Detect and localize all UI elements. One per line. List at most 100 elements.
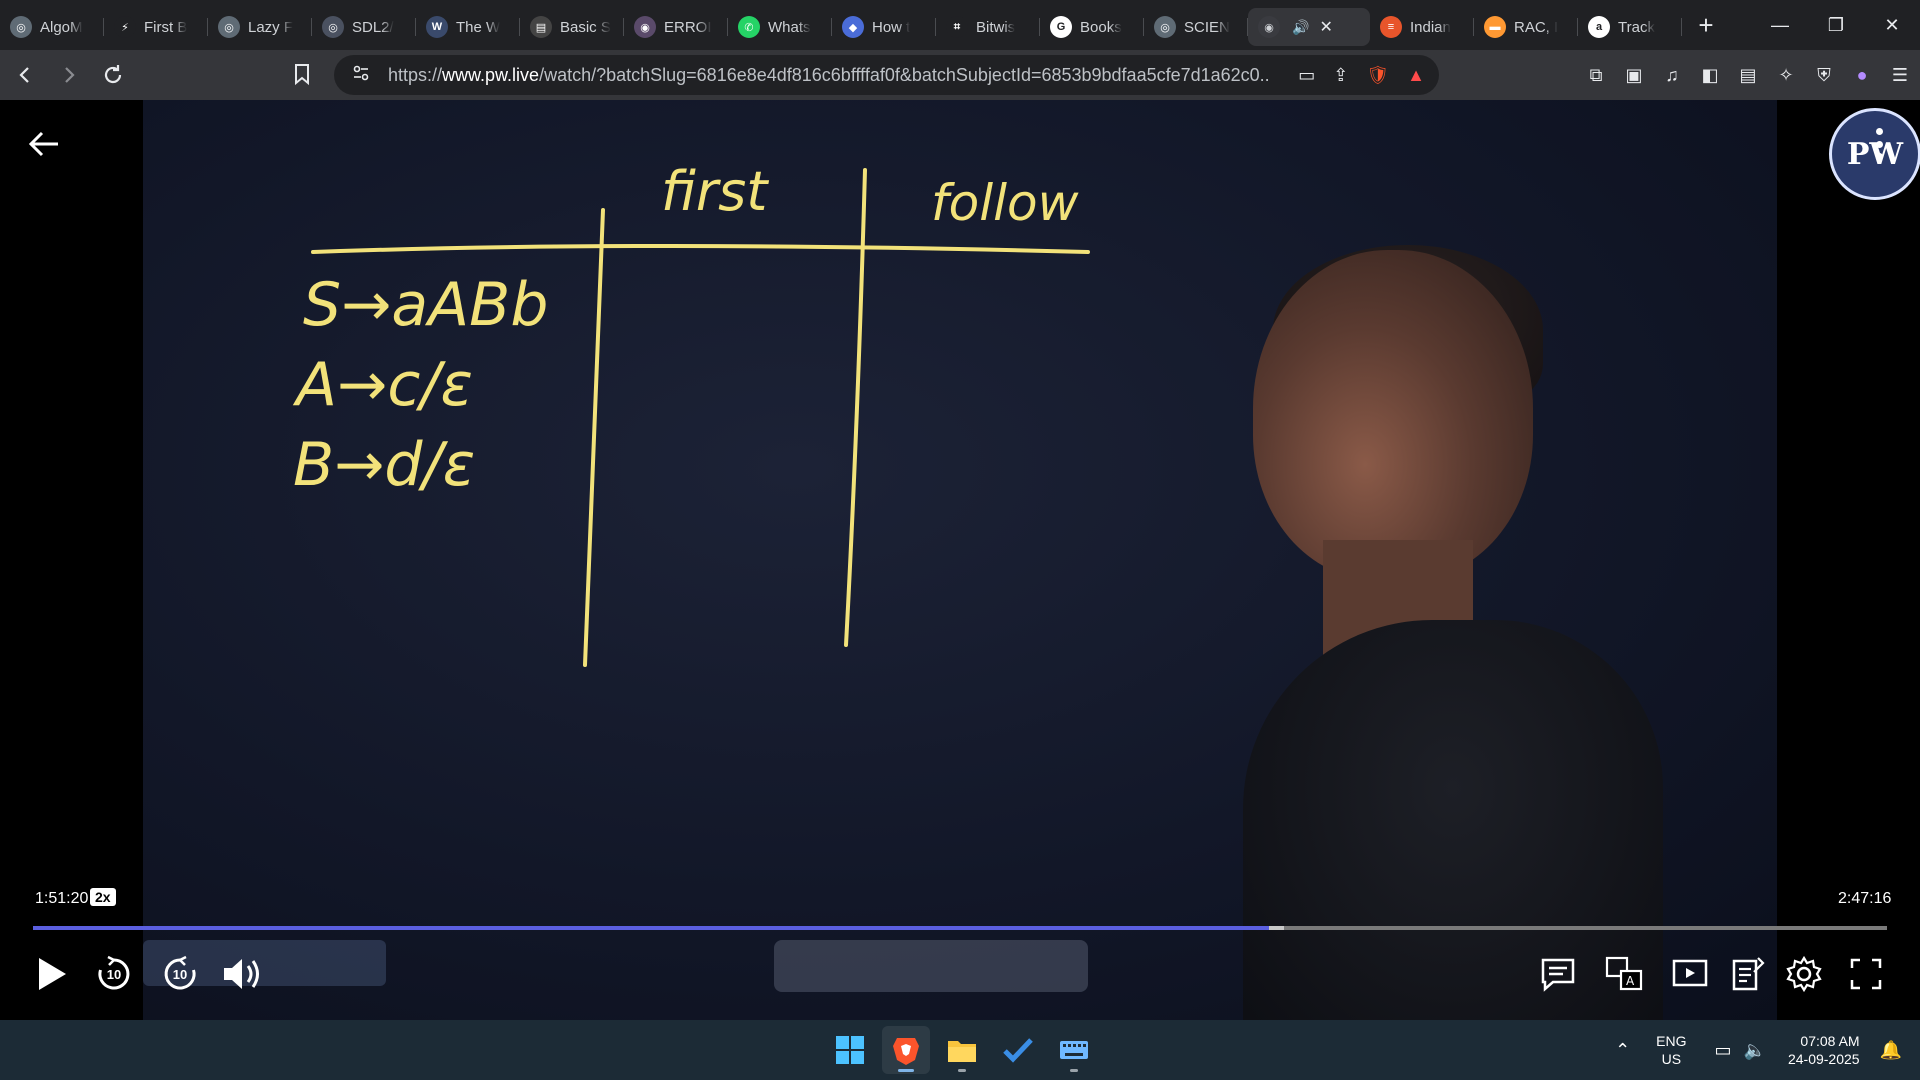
- network-icon[interactable]: ▭: [1715, 1040, 1732, 1061]
- restore-button[interactable]: ❐: [1808, 0, 1864, 50]
- vpn-icon[interactable]: ⛨: [1812, 63, 1836, 87]
- header-first: first: [661, 160, 769, 223]
- close-window-button[interactable]: ✕: [1864, 0, 1920, 50]
- tab-list: ◎ AlgoM ⚡ First B ◎ Lazy F ◎ SDL2/W The W ▤ Basic …: [0, 4, 1248, 46]
- tab-11[interactable]: ◎ SCIEN: [1144, 8, 1248, 46]
- tab-9[interactable]: ⌗ Bitwis: [936, 8, 1040, 46]
- rule-2: A→c/ε: [292, 350, 473, 420]
- skip-forward-label: 10: [172, 967, 188, 982]
- tab-after-2[interactable]: a Track: [1578, 8, 1682, 46]
- back-arrow-icon[interactable]: [24, 124, 64, 164]
- tab-active[interactable]: ◉ 🔊 ✕: [1248, 8, 1370, 46]
- settings-button[interactable]: [1782, 952, 1826, 996]
- tab-2[interactable]: ◎ Lazy F: [208, 8, 312, 46]
- translate-button[interactable]: A: [1602, 952, 1646, 996]
- profile-icon[interactable]: ●: [1850, 63, 1874, 87]
- more-options-icon[interactable]: [1864, 124, 1894, 164]
- forward-button[interactable]: [50, 56, 88, 94]
- tab-1[interactable]: ⚡ First B: [104, 8, 208, 46]
- board-tools-center: [774, 940, 1088, 992]
- tab-0[interactable]: ◎ AlgoM: [0, 8, 104, 46]
- omnibox-actions: ▭ ⇪ 🛡 ▲: [1298, 55, 1425, 95]
- wallet-icon[interactable]: ▤: [1736, 63, 1760, 87]
- notes-icon: [1732, 957, 1765, 991]
- taskbar-brave[interactable]: [882, 1026, 930, 1074]
- playback-speed-badge[interactable]: 2x: [90, 888, 116, 906]
- menu-icon[interactable]: ☰: [1888, 63, 1912, 87]
- cast-icon[interactable]: ▭: [1298, 65, 1315, 86]
- url-path: /watch/?batchSlug=6816e8e4df816c6bffffaf…: [539, 64, 1268, 85]
- brave-icon: [893, 1038, 919, 1065]
- url-text[interactable]: https://www.pw.live/watch/?batchSlug=681…: [388, 65, 1268, 86]
- back-button[interactable]: [6, 56, 44, 94]
- volume-tray-icon[interactable]: 🔈: [1744, 1040, 1766, 1061]
- skip-back-button[interactable]: 10: [92, 952, 136, 996]
- chevron-up-icon[interactable]: ⌃: [1615, 1040, 1630, 1061]
- fullscreen-icon: [1850, 958, 1882, 990]
- tab-title: AlgoM: [40, 18, 83, 36]
- tab-8[interactable]: ◆ How t: [832, 8, 936, 46]
- share-icon[interactable]: ⇪: [1333, 65, 1348, 86]
- clock-time: 07:08 AM: [1800, 1033, 1860, 1049]
- volume-button[interactable]: [220, 952, 264, 996]
- browser-toolbar: https://www.pw.live/watch/?batchSlug=681…: [0, 50, 1920, 100]
- seek-bar[interactable]: [33, 926, 1887, 930]
- brave-shields-icon[interactable]: 🛡: [1366, 65, 1389, 86]
- tab-4[interactable]: W The W: [416, 8, 520, 46]
- back-icon: [19, 67, 29, 83]
- fullscreen-button[interactable]: [1844, 952, 1888, 996]
- captions-button[interactable]: [1536, 952, 1580, 996]
- tab-favicon-icon: ⚡: [114, 16, 136, 38]
- tab-6[interactable]: ◉ ERROI: [624, 8, 728, 46]
- close-tab-icon[interactable]: ✕: [1319, 17, 1332, 37]
- notes-button[interactable]: [1726, 952, 1770, 996]
- tab-favicon: ◉: [1258, 16, 1280, 38]
- gear-icon: [1786, 955, 1822, 993]
- tab-favicon-icon: ⌗: [946, 16, 968, 38]
- minimize-button[interactable]: —: [1752, 0, 1808, 50]
- tab-after-1[interactable]: ▬ RAC, I: [1474, 8, 1578, 46]
- tab-title: SDL2/: [352, 18, 394, 36]
- seek-bar-buffer: [1268, 926, 1285, 930]
- skip-forward-button[interactable]: 10: [158, 952, 202, 996]
- clock-date: 24-09-2025: [1787, 1051, 1860, 1067]
- clock[interactable]: 07:08 AM 24-09-2025: [1788, 1032, 1860, 1068]
- bookmark-icon[interactable]: [292, 62, 312, 92]
- tab-7[interactable]: ✆ Whats: [728, 8, 832, 46]
- language-indicator[interactable]: ENG US: [1656, 1032, 1686, 1068]
- reader-mode-icon[interactable]: ▣: [1622, 63, 1646, 87]
- reload-icon: [104, 65, 122, 84]
- skip-back-label: 10: [106, 967, 122, 982]
- reload-button[interactable]: [94, 56, 132, 94]
- address-bar[interactable]: https://www.pw.live/watch/?batchSlug=681…: [334, 55, 1439, 95]
- start-button[interactable]: [826, 1026, 874, 1074]
- media-icon[interactable]: ♫: [1660, 63, 1684, 87]
- tab-strip: ◎ AlgoM ⚡ First B ◎ Lazy F ◎ SDL2/W The W ▤ Basic …: [0, 0, 1920, 50]
- tab-favicon-icon: ≡: [1380, 16, 1402, 38]
- tab-title: First B: [144, 18, 188, 36]
- play-button[interactable]: [30, 952, 74, 996]
- tab-10[interactable]: G Books: [1040, 8, 1144, 46]
- notification-bell-icon[interactable]: 🔔: [1880, 1040, 1902, 1061]
- windows-icon: [836, 1036, 864, 1064]
- taskbar-file-explorer[interactable]: [938, 1026, 986, 1074]
- tab-after-0[interactable]: ≡ Indian: [1370, 8, 1474, 46]
- chat-icon: [1541, 958, 1575, 992]
- picture-in-picture-button[interactable]: [1668, 952, 1712, 996]
- folder-icon: [948, 1041, 976, 1062]
- table-top-line: [311, 244, 1090, 254]
- taskbar-todo[interactable]: [994, 1026, 1042, 1074]
- taskbar-keyboard[interactable]: [1050, 1026, 1098, 1074]
- sidebar-icon[interactable]: ◧: [1698, 63, 1722, 87]
- tab-5[interactable]: ▤ Basic S: [520, 8, 624, 46]
- speaker-icon[interactable]: 🔊: [1292, 19, 1309, 36]
- total-time: 2:47:16: [1838, 890, 1892, 907]
- site-settings-icon[interactable]: [352, 64, 370, 87]
- tab-3[interactable]: ◎ SDL2/: [312, 8, 416, 46]
- seek-bar-progress: [33, 926, 1269, 930]
- video-player[interactable]: first follow S→aABb A→c/ε B→d/ε PW 1:51:…: [0, 100, 1920, 1020]
- extensions-icon[interactable]: ⧉: [1584, 63, 1608, 87]
- leo-ai-icon[interactable]: ✧: [1774, 63, 1798, 87]
- brave-rewards-icon[interactable]: ▲: [1407, 65, 1425, 86]
- new-tab-button[interactable]: +: [1686, 6, 1726, 44]
